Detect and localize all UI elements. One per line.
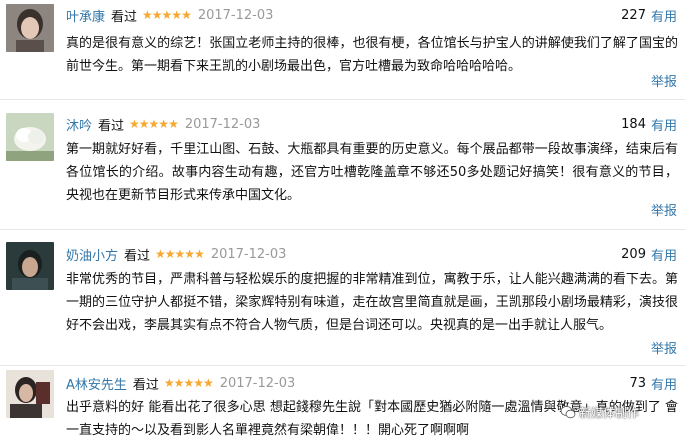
avatar-image	[6, 370, 54, 418]
avatar-image	[6, 242, 54, 290]
review-item: 叶承康 看过 ★★★★★ 2017-12-03 227 有用 真的是很有意义的综…	[0, 0, 685, 100]
review-text: 第一期就好好看，千里江山图、石鼓、大瓶都具有重要的历史意义。每个展品都带一段故事…	[66, 142, 678, 203]
review-header: 沐吟 看过 ★★★★★ 2017-12-03	[66, 115, 261, 134]
watermark: 新媒体制作	[560, 400, 685, 424]
useful-button[interactable]: 有用	[651, 115, 677, 134]
avatar[interactable]	[6, 242, 54, 290]
review-date: 2017-12-03	[210, 246, 287, 262]
review-item: 奶油小方 看过 ★★★★★ 2017-12-03 209 有用 非常优秀的节目，…	[0, 230, 685, 366]
review-header: 叶承康 看过 ★★★★★ 2017-12-03	[66, 6, 274, 25]
author-link[interactable]: 叶承康	[66, 6, 105, 25]
rating-stars-icon: ★★★★★	[142, 8, 192, 22]
useful-button[interactable]: 有用	[651, 374, 677, 393]
useful-vote: 227 有用	[621, 6, 677, 25]
review-text: 非常优秀的节目，严肃科普与轻松娱乐的度把握的非常精准到位，寓教于乐，让人能兴趣满…	[66, 272, 678, 333]
rating-stars-icon: ★★★★★	[155, 247, 205, 261]
review-date: 2017-12-03	[219, 375, 296, 391]
review-item: 沐吟 看过 ★★★★★ 2017-12-03 184 有用 第一期就好好看，千里…	[0, 100, 685, 230]
useful-count: 73	[629, 375, 646, 391]
useful-vote: 73 有用	[629, 374, 677, 393]
avatar-image	[6, 113, 54, 161]
author-link[interactable]: 沐吟	[66, 115, 92, 134]
avatar-image	[6, 4, 54, 52]
rating-stars-icon: ★★★★★	[163, 376, 214, 390]
useful-vote: 209 有用	[621, 245, 677, 264]
review-header: A林安先生 看过 ★★★★★ 2017-12-03	[66, 374, 296, 393]
watch-status: 看过	[111, 9, 138, 25]
rating-stars-icon: ★★★★★	[129, 117, 179, 131]
avatar[interactable]	[6, 4, 54, 52]
review-date: 2017-12-03	[184, 116, 261, 132]
watch-status: 看过	[98, 118, 125, 134]
useful-count: 227	[621, 7, 646, 23]
review-header: 奶油小方 看过 ★★★★★ 2017-12-03	[66, 245, 287, 264]
watermark-text: 新媒体制作	[579, 405, 640, 420]
wechat-icon	[560, 406, 576, 419]
useful-button[interactable]: 有用	[651, 245, 677, 264]
report-link[interactable]: 举报	[651, 200, 677, 219]
useful-count: 184	[621, 116, 646, 132]
author-link[interactable]: 奶油小方	[66, 245, 118, 264]
author-link[interactable]: A林安先生	[66, 374, 127, 393]
report-link[interactable]: 举报	[651, 71, 677, 90]
useful-count: 209	[621, 246, 646, 262]
useful-vote: 184 有用	[621, 115, 677, 134]
useful-button[interactable]: 有用	[651, 6, 677, 25]
review-text: 真的是很有意义的综艺！张国立老师主持的很棒，也很有梗，各位馆长与护宝人的讲解使我…	[66, 36, 678, 74]
avatar[interactable]	[6, 113, 54, 161]
review-date: 2017-12-03	[197, 7, 274, 23]
watch-status: 看过	[132, 377, 159, 393]
report-link[interactable]: 举报	[651, 338, 677, 357]
watch-status: 看过	[124, 248, 151, 264]
review-list: 叶承康 看过 ★★★★★ 2017-12-03 227 有用 真的是很有意义的综…	[0, 0, 685, 438]
avatar[interactable]	[6, 370, 54, 418]
